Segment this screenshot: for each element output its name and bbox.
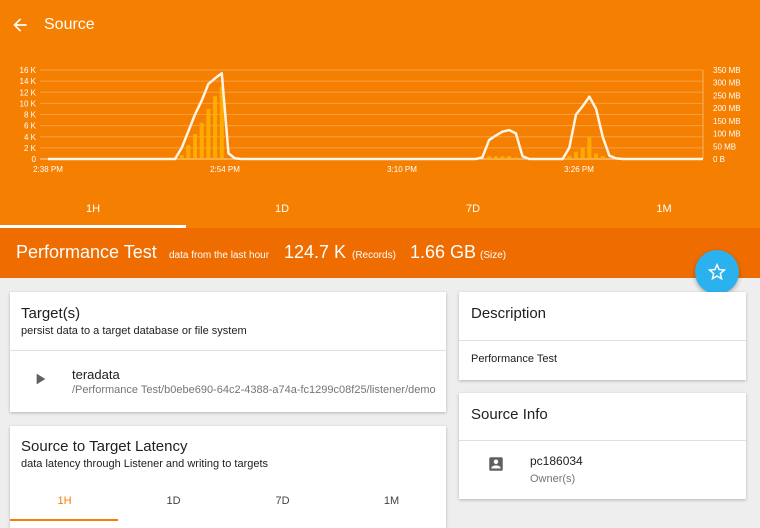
owner-name: pc186034: [530, 454, 583, 468]
page-title: Source: [44, 16, 95, 33]
target-name: teradata: [72, 367, 120, 382]
divider: [459, 340, 746, 341]
performance-summary-bar: Performance Test data from the last hour…: [0, 228, 760, 278]
latency-tab-1d[interactable]: 1D: [119, 495, 228, 511]
chart-bar: [513, 157, 518, 159]
app-bar: Source: [0, 0, 760, 52]
chart-y-left-tick: 6 K: [24, 122, 37, 131]
description-text: Performance Test: [471, 353, 558, 365]
chart-y-right-tick: 350 MB: [713, 66, 741, 75]
header: Source 16 K 14 K 12 K 10 K 8 K 6 K 4 K 2 K 0 350 …: [0, 0, 760, 228]
source-info-title: Source Info: [471, 406, 548, 423]
owner-label: Owner(s): [530, 473, 576, 485]
time-range-tabs: 1H 1D 7D 1M: [0, 190, 760, 228]
chart-bar: [186, 145, 191, 159]
chart-y-right-tick: 300 MB: [713, 79, 741, 88]
latency-tab-7d[interactable]: 7D: [228, 495, 337, 511]
target-path: /Performance Test/b0ebe690-64c2-4388-a74…: [72, 384, 436, 396]
chart-y-left-tick: 12 K: [20, 88, 37, 97]
chart-bar: [193, 133, 198, 159]
data-size: 1.66 GB: [410, 242, 477, 262]
tab-7d[interactable]: 7D: [380, 190, 566, 228]
target-item[interactable]: teradata /Performance Test/b0ebe690-64c2…: [10, 351, 446, 412]
chart-y-right-tick: 200 MB: [713, 104, 741, 113]
chart-bar: [179, 155, 184, 159]
source-name: Performance Test: [16, 242, 157, 262]
chart-bar: [574, 151, 579, 159]
chart-x-tick: 3:26 PM: [564, 165, 594, 174]
chart-bar: [199, 122, 204, 159]
chart-bar: [507, 156, 512, 159]
size-label: (Size): [480, 250, 507, 261]
latency-title: Source to Target Latency: [21, 438, 188, 455]
source-throughput-chart: 16 K 14 K 12 K 10 K 8 K 6 K 4 K 2 K 0 350 MB 300 M…: [20, 66, 741, 174]
chart-bar: [587, 137, 592, 159]
latency-card: Source to Target Latency data latency th…: [10, 426, 446, 528]
description-title: Description: [471, 305, 547, 322]
chart-y-left-tick: 8 K: [24, 111, 37, 120]
chart-y-right-tick: 0 B: [713, 155, 725, 164]
tab-1d[interactable]: 1D: [189, 190, 375, 228]
records-label: (Records): [352, 250, 396, 261]
chart-y-left-tick: 10 K: [20, 99, 37, 108]
chart-y-right-tick: 50 MB: [713, 142, 736, 151]
favorite-button[interactable]: [695, 250, 739, 294]
chart-bar: [493, 156, 498, 159]
chart-bar: [500, 156, 505, 159]
targets-title: Target(s): [21, 305, 81, 322]
source-info-card: Source Info pc186034 Owner(s): [459, 393, 746, 499]
source-subtitle: data from the last hour: [169, 250, 270, 261]
chart-series-line: [48, 72, 703, 161]
chart-y-left-tick: 2 K: [24, 144, 37, 153]
tab-1h[interactable]: 1H: [0, 190, 186, 228]
chart-y-left-tick: 4 K: [24, 133, 37, 142]
tab-1m[interactable]: 1M: [571, 190, 757, 228]
chart-bar: [600, 156, 605, 159]
arrow-back-icon[interactable]: [10, 15, 30, 35]
chart-y-left-tick: 14 K: [20, 77, 37, 86]
chart-x-tick: 2:54 PM: [210, 165, 240, 174]
chart-x-tick: 3:10 PM: [387, 165, 417, 174]
chart-bar: [213, 96, 218, 159]
latency-tab-1h[interactable]: 1H: [10, 495, 119, 511]
chart-bar: [567, 155, 572, 159]
latency-tab-1m[interactable]: 1M: [337, 495, 446, 511]
description-card: Description Performance Test: [459, 292, 746, 380]
chart-y-right-tick: 150 MB: [713, 117, 741, 126]
chart-bar: [206, 108, 211, 159]
account-box-icon: [489, 457, 503, 471]
chart-y-right-tick: 100 MB: [713, 130, 741, 139]
latency-subtitle: data latency through Listener and writin…: [21, 458, 269, 470]
play-icon: [36, 373, 46, 385]
chart-y-right-tick: 250 MB: [713, 91, 741, 100]
targets-subtitle: persist data to a target database or fil…: [21, 325, 247, 337]
chart-x-tick: 2:38 PM: [33, 165, 63, 174]
records-count: 124.7 K: [284, 242, 347, 262]
targets-card: Target(s) persist data to a target datab…: [10, 292, 446, 412]
latency-tab-indicator: [10, 519, 118, 521]
chart-bar: [580, 147, 585, 159]
star-outline-icon: [707, 262, 727, 281]
divider: [459, 440, 746, 441]
chart-y-left-tick: 16 K: [20, 66, 37, 75]
chart-bar: [594, 153, 599, 159]
chart-y-left-tick: 0: [32, 155, 37, 164]
chart-bar: [487, 156, 492, 159]
